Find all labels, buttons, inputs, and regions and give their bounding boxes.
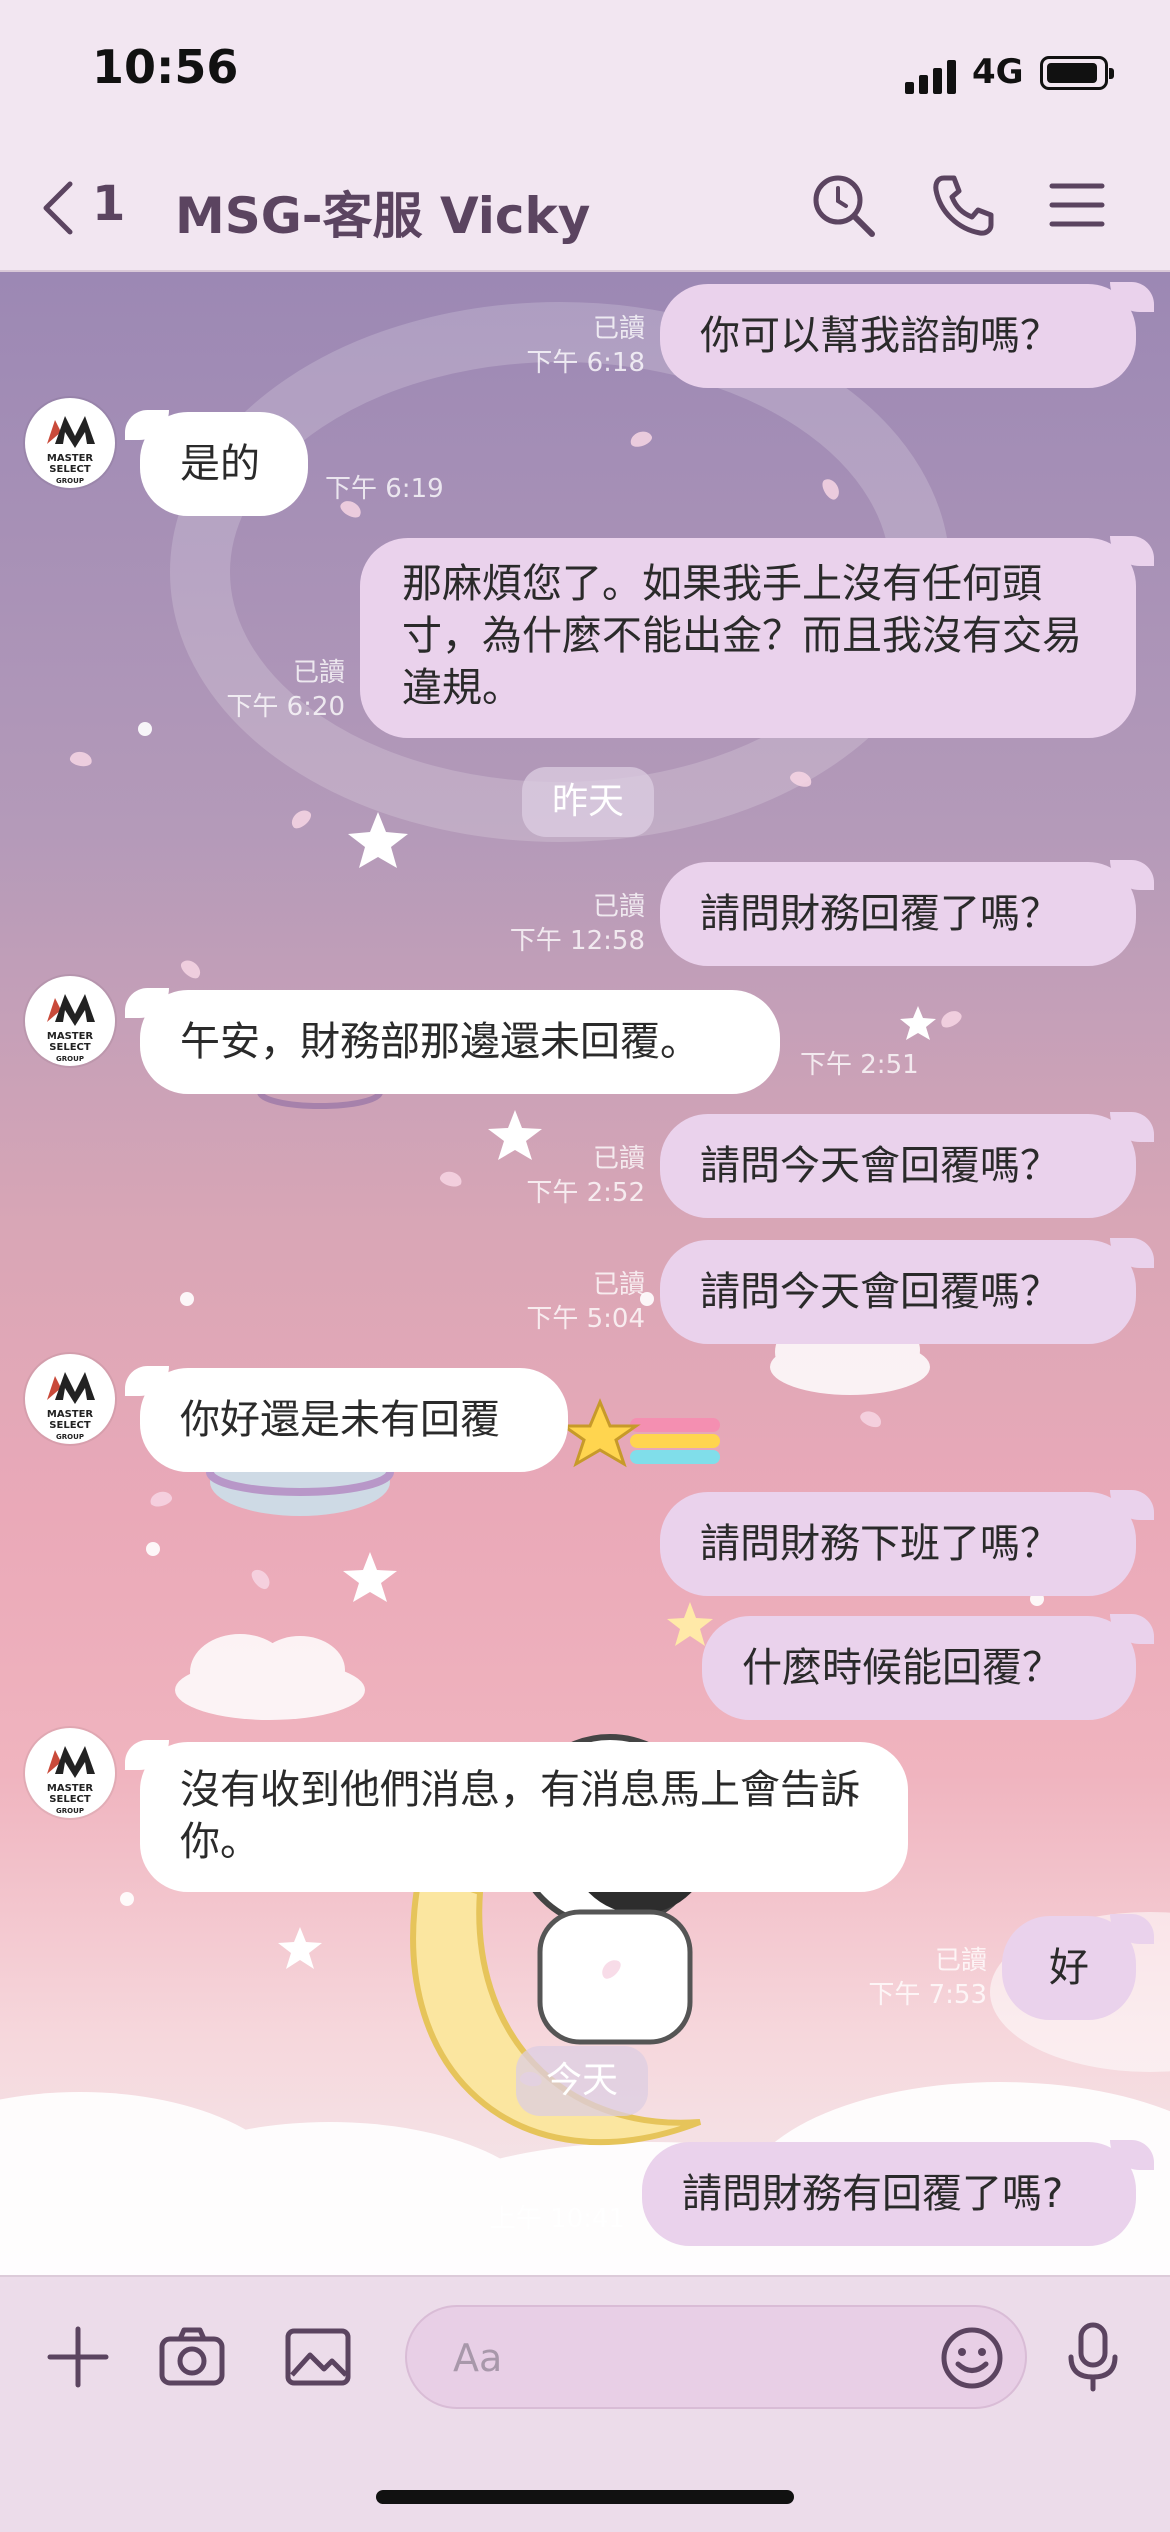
avatar[interactable]: MASTER SELECT GROUP: [25, 1354, 115, 1444]
petal-decoration: [148, 1489, 174, 1509]
petal-decoration: [288, 806, 314, 832]
date-separator-today: 今天: [516, 2046, 649, 2116]
outgoing-message[interactable]: 什麼時候能回覆？: [702, 1616, 1136, 1720]
incoming-message[interactable]: 午安，財務部那邊還未回覆。: [140, 990, 780, 1094]
sparkle-dot: [180, 1292, 194, 1306]
petal-decoration: [248, 1566, 274, 1592]
petal-decoration: [68, 750, 94, 768]
message-text: 請問今天會回覆嗎？: [700, 1269, 1060, 1315]
avatar[interactable]: MASTER SELECT GROUP: [25, 1728, 115, 1818]
menu-icon[interactable]: [1042, 170, 1112, 240]
master-select-logo-icon: [47, 1372, 95, 1404]
message-text: 請問今天會回覆嗎？: [700, 1143, 1060, 1189]
petal-decoration: [858, 1408, 884, 1430]
message-meta: 已讀 下午 12:58: [509, 892, 645, 956]
message-time: 下午 6:19: [325, 474, 444, 504]
signal-icon: [905, 58, 961, 94]
master-select-logo-icon: [47, 1746, 95, 1778]
avatar[interactable]: MASTER SELECT GROUP: [25, 398, 115, 488]
petal-decoration: [788, 768, 814, 790]
home-indicator[interactable]: [376, 2490, 794, 2504]
image-icon[interactable]: [278, 2317, 358, 2397]
outgoing-message[interactable]: 請問今天會回覆嗎？: [660, 1240, 1136, 1344]
message-input[interactable]: [451, 2329, 915, 2387]
petal-decoration: [937, 1007, 965, 1031]
petal-decoration: [628, 428, 654, 450]
petal-decoration: [598, 1956, 624, 1982]
petal-decoration: [178, 956, 204, 982]
message-meta: 已讀 下午 6:20: [226, 658, 345, 722]
message-text: 什麼時候能回覆？: [742, 1645, 1062, 1691]
message-time: 下午 2:51: [800, 1050, 919, 1080]
battery-icon: [1040, 56, 1114, 90]
master-select-logo-icon: [47, 994, 95, 1026]
sparkle-dot: [146, 1542, 160, 1556]
avatar[interactable]: MASTER SELECT GROUP: [25, 976, 115, 1066]
message-text: 請問財務有回覆了嗎?: [682, 2171, 1064, 2217]
microphone-icon[interactable]: [1053, 2317, 1133, 2397]
phone-icon[interactable]: [928, 170, 998, 240]
chat-screen: 10:56 4G 1 MSG-客服 Vicky 你可以幫我諮詢嗎？ 已讀 下午 …: [0, 0, 1170, 2532]
camera-icon[interactable]: [152, 2317, 232, 2397]
outgoing-message[interactable]: 請問財務有回覆了嗎?: [642, 2142, 1136, 2246]
incoming-message[interactable]: 是的: [140, 412, 308, 516]
network-label: 4G: [972, 52, 1024, 92]
status-bar: 10:56 4G: [0, 0, 1170, 140]
message-meta: 已讀 下午 2:52: [526, 1144, 645, 1208]
outgoing-message[interactable]: 請問財務下班了嗎？: [660, 1492, 1136, 1596]
date-separator-yesterday: 昨天: [522, 767, 655, 837]
message-time: 上午 10:41: [489, 2204, 625, 2234]
message-meta: 已讀 下午 5:04: [526, 1270, 645, 1334]
message-meta: 已讀 下午 6:18: [526, 314, 645, 378]
sparkle-dot: [120, 1892, 134, 1906]
master-select-logo-icon: [47, 416, 95, 448]
emoji-icon[interactable]: [939, 2325, 1005, 2391]
outgoing-message[interactable]: 請問財務回覆了嗎？: [660, 862, 1136, 966]
chat-title: MSG-客服 Vicky: [175, 187, 591, 245]
outgoing-message[interactable]: 你可以幫我諮詢嗎？: [660, 284, 1136, 388]
message-text: 午安，財務部那邊還未回覆。: [180, 1019, 700, 1065]
message-text: 那麻煩您了。如果我手上沒有任何頭寸，為什麼不能出金？而且我沒有交易違規。: [402, 561, 1082, 711]
message-text: 你好還是未有回覆: [180, 1397, 500, 1443]
incoming-message[interactable]: 沒有收到他們消息，有消息馬上會告訴你。: [140, 1742, 908, 1892]
message-text: 請問財務下班了嗎？: [700, 1521, 1060, 1567]
message-list[interactable]: 你可以幫我諮詢嗎？ 已讀 下午 6:18 MASTER SELECT GROUP 是…: [0, 272, 1170, 2275]
message-text: 是的: [180, 441, 260, 487]
status-time: 10:56: [92, 40, 239, 94]
incoming-message[interactable]: 你好還是未有回覆: [140, 1368, 568, 1472]
back-chevron-icon: [43, 181, 73, 235]
message-meta: 已讀 下午 7:53: [868, 1946, 987, 2010]
outgoing-message[interactable]: 那麻煩您了。如果我手上沒有任何頭寸，為什麼不能出金？而且我沒有交易違規。: [360, 538, 1136, 738]
outgoing-message[interactable]: 請問今天會回覆嗎？: [660, 1114, 1136, 1218]
petal-decoration: [819, 475, 843, 503]
unread-count: 1: [92, 176, 126, 232]
message-text: 請問財務回覆了嗎？: [700, 891, 1060, 937]
message-text: 你可以幫我諮詢嗎？: [700, 313, 1060, 359]
plus-icon[interactable]: [38, 2317, 118, 2397]
chat-header: 1 MSG-客服 Vicky: [0, 140, 1170, 272]
message-field[interactable]: [405, 2305, 1027, 2409]
sparkle-dot: [138, 722, 152, 736]
message-text: 好: [1049, 1945, 1089, 1991]
message-text: 沒有收到他們消息，有消息馬上會告訴你。: [180, 1767, 860, 1865]
back-button[interactable]: 1: [40, 176, 130, 236]
search-icon[interactable]: [808, 170, 878, 240]
